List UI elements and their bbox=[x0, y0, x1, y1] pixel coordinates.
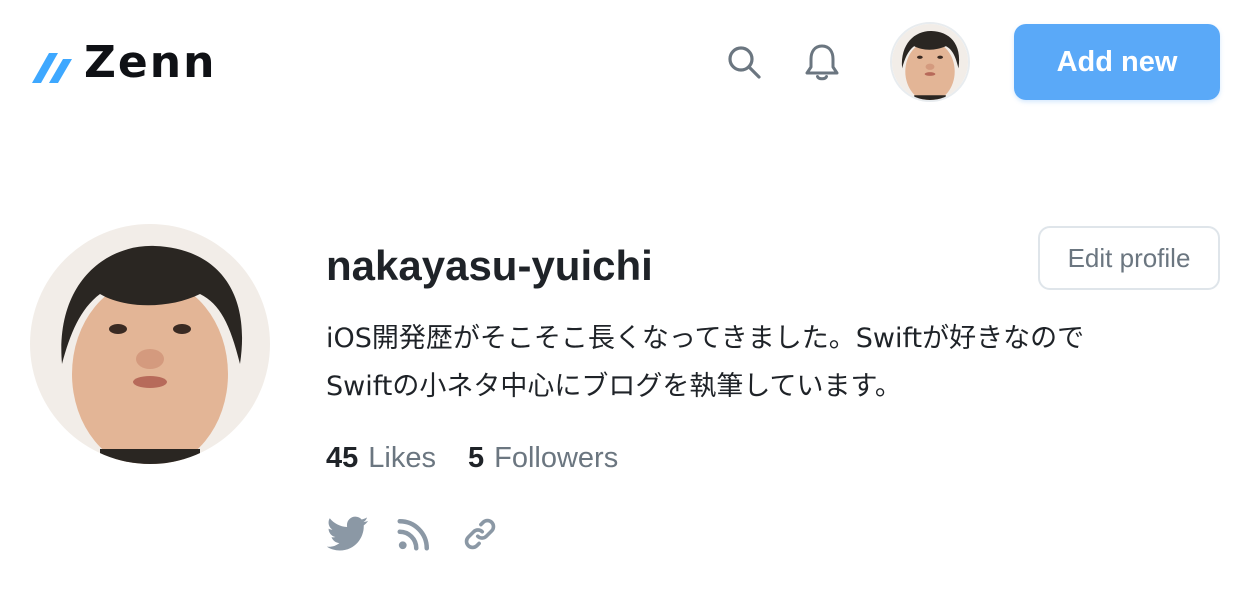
followers-label: Followers bbox=[494, 442, 619, 474]
profile-username: nakayasu-yuichi bbox=[326, 242, 653, 289]
profile-stats: 45 Likes 5 Followers bbox=[326, 438, 618, 478]
notifications-button[interactable] bbox=[800, 40, 844, 84]
logo-text: Zenn bbox=[84, 37, 217, 88]
add-new-button[interactable]: Add new bbox=[1014, 24, 1220, 100]
followers-count: 5 bbox=[467, 442, 485, 474]
search-button[interactable] bbox=[722, 40, 766, 84]
rss-icon bbox=[397, 519, 429, 551]
followers-stat[interactable]: 5 Followers bbox=[468, 438, 618, 478]
search-icon bbox=[728, 46, 761, 79]
edit-profile-button[interactable]: Edit profile bbox=[1038, 226, 1220, 290]
site-header: Zenn Add new bbox=[0, 0, 1254, 124]
user-avatar[interactable] bbox=[890, 22, 970, 102]
website-link[interactable] bbox=[458, 512, 502, 556]
bell-icon bbox=[805, 44, 839, 81]
zenn-logo-icon bbox=[32, 53, 72, 83]
link-icon bbox=[464, 518, 496, 550]
profile-avatar bbox=[30, 224, 270, 464]
avatar-image bbox=[892, 24, 968, 100]
social-links bbox=[326, 512, 524, 556]
zenn-logo[interactable]: Zenn bbox=[30, 40, 216, 86]
likes-label: Likes bbox=[368, 442, 436, 474]
profile-avatar-image bbox=[30, 224, 270, 464]
twitter-link[interactable] bbox=[326, 512, 370, 556]
likes-count: 45 bbox=[326, 442, 359, 474]
likes-stat[interactable]: 45 Likes bbox=[326, 438, 436, 478]
rss-link[interactable] bbox=[392, 512, 436, 556]
twitter-icon bbox=[327, 516, 369, 551]
profile-bio: iOS開発歴がそこそこ長くなってきました。Swiftが好きなので Swiftの小… bbox=[326, 323, 1085, 402]
